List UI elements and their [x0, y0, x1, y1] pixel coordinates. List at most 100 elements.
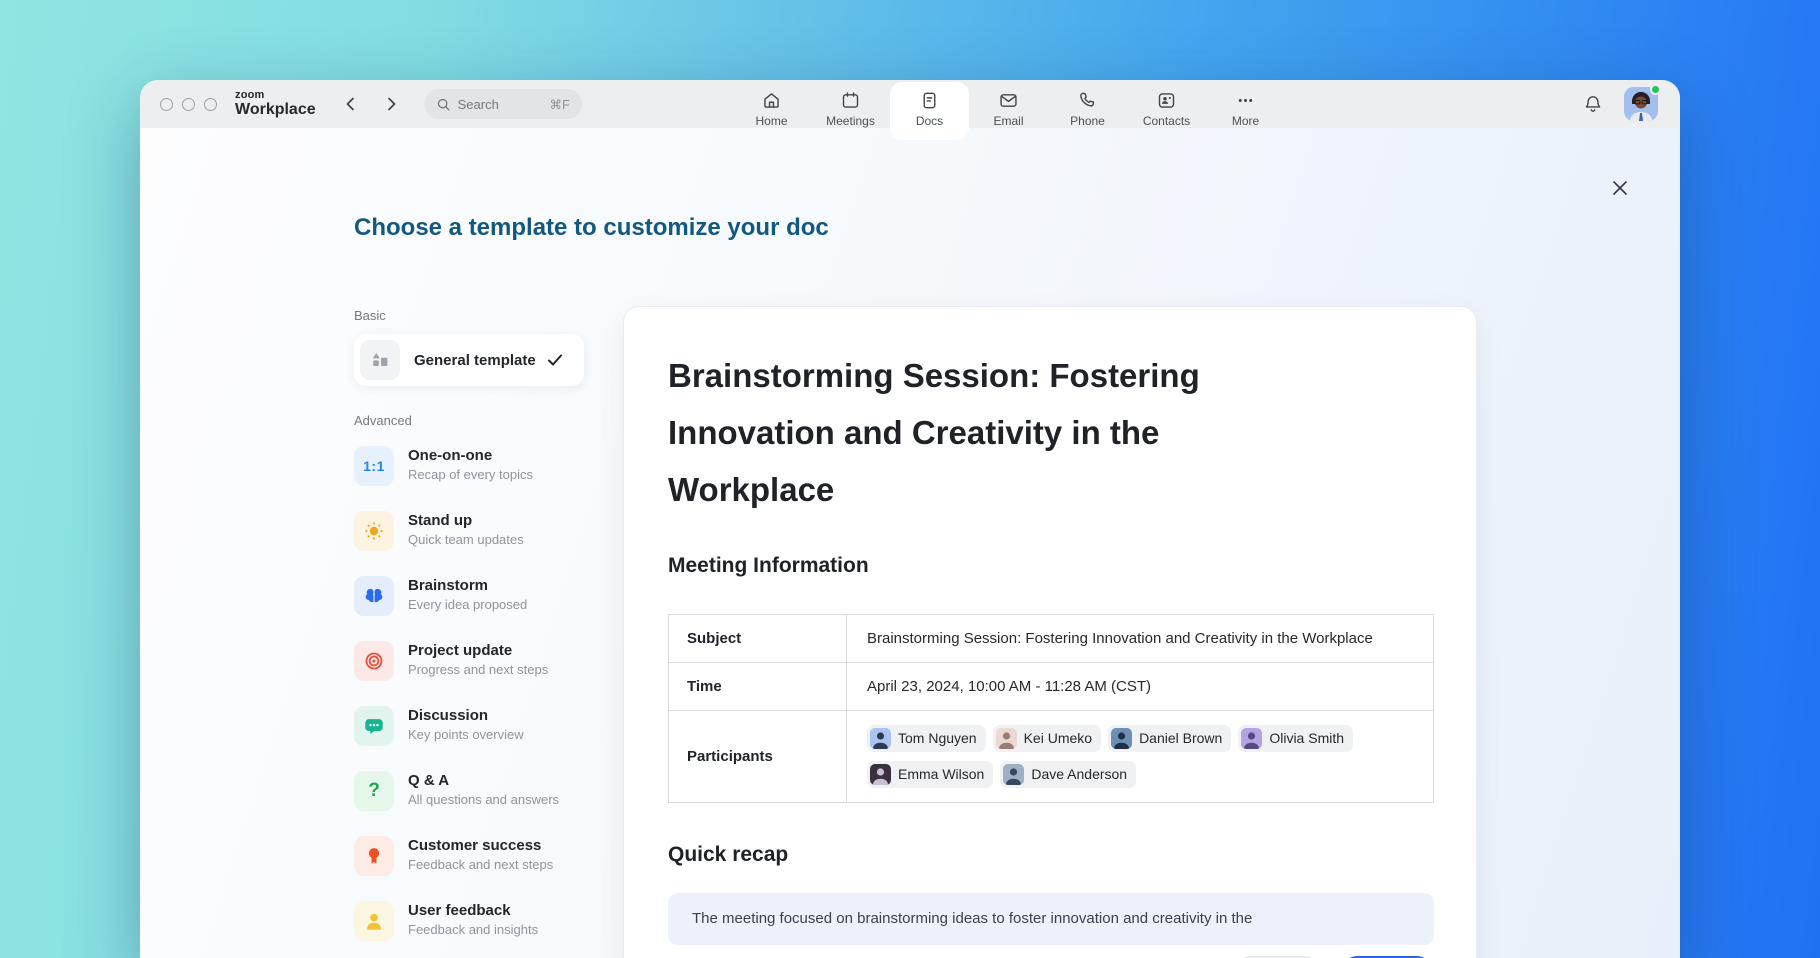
titlebar: zoom Workplace ⌘F Home Meetings Docs [140, 80, 1680, 128]
doc-title: Brainstorming Session: Fostering Innovat… [668, 347, 1328, 518]
more-dots-icon [1235, 90, 1256, 111]
tab-phone[interactable]: Phone [1048, 82, 1127, 140]
template-q-and-a[interactable]: ? Q & A All questions and answers [354, 771, 584, 811]
tab-label: More [1232, 114, 1259, 128]
template-user-feedback[interactable]: User feedback Feedback and insights [354, 901, 584, 941]
tab-docs[interactable]: Docs [890, 82, 969, 140]
quick-recap-box: The meeting focused on brainstorming ide… [668, 893, 1434, 945]
table-row-participants: Participants Tom Nguyen Kei Umeko [669, 711, 1434, 803]
participant-name: Dave Anderson [1031, 763, 1127, 786]
calendar-icon [840, 90, 861, 111]
basic-section-label: Basic [354, 308, 584, 323]
template-list: 1:1 One-on-one Recap of every topics Sta… [354, 446, 584, 941]
template-chooser-modal: Choose a template to customize your doc … [140, 128, 1680, 958]
user-avatar[interactable] [1624, 87, 1658, 121]
template-name: Discussion [408, 707, 524, 724]
docs-icon [919, 90, 940, 111]
participant-avatar [870, 728, 891, 749]
tab-label: Email [993, 114, 1023, 128]
template-discussion[interactable]: Discussion Key points overview [354, 706, 584, 746]
window-controls[interactable] [160, 98, 217, 111]
brain-icon [354, 576, 394, 616]
template-name: One-on-one [408, 447, 533, 464]
zoom-workplace-logo: zoom Workplace [235, 90, 316, 118]
template-name: Project update [408, 642, 548, 659]
close-icon[interactable] [1610, 178, 1630, 198]
window-minimize-circle[interactable] [182, 98, 195, 111]
subject-label: Subject [669, 615, 847, 663]
participant-name: Olivia Smith [1269, 727, 1344, 750]
sun-icon [354, 511, 394, 551]
table-row-subject: Subject Brainstorming Session: Fostering… [669, 615, 1434, 663]
template-stand-up[interactable]: Stand up Quick team updates [354, 511, 584, 551]
participant-chip[interactable]: Olivia Smith [1238, 725, 1353, 752]
tab-contacts[interactable]: Contacts [1127, 82, 1206, 140]
back-arrow-icon[interactable] [342, 95, 360, 113]
window-maximize-circle[interactable] [204, 98, 217, 111]
participant-avatar [996, 728, 1017, 749]
home-icon [761, 90, 782, 111]
meeting-information-heading: Meeting Information [668, 554, 1432, 578]
tab-label: Docs [916, 114, 943, 128]
tab-more[interactable]: More [1206, 82, 1285, 140]
template-customer-success[interactable]: Customer success Feedback and next steps [354, 836, 584, 876]
participant-chip[interactable]: Dave Anderson [1000, 761, 1136, 788]
subject-value: Brainstorming Session: Fostering Innovat… [847, 615, 1434, 663]
meeting-info-table: Subject Brainstorming Session: Fostering… [668, 614, 1434, 803]
template-name: Q & A [408, 772, 559, 789]
question-mark-icon: ? [354, 771, 394, 811]
person-icon [354, 901, 394, 941]
phone-icon [1077, 90, 1098, 111]
time-label: Time [669, 663, 847, 711]
participants-chips: Tom Nguyen Kei Umeko Daniel Brown [867, 723, 1413, 790]
template-brainstorm[interactable]: Brainstorm Every idea proposed [354, 576, 584, 616]
template-one-on-one[interactable]: 1:1 One-on-one Recap of every topics [354, 446, 584, 486]
participant-chip[interactable]: Daniel Brown [1108, 725, 1231, 752]
template-desc: Progress and next steps [408, 662, 548, 677]
contacts-icon [1156, 90, 1177, 111]
advanced-section-label: Advanced [354, 413, 584, 428]
general-template-icon [360, 340, 400, 380]
tab-home[interactable]: Home [732, 82, 811, 140]
quick-recap-text: The meeting focused on brainstorming ide… [692, 910, 1252, 927]
participant-chip[interactable]: Tom Nguyen [867, 725, 986, 752]
tab-email[interactable]: Email [969, 82, 1048, 140]
selected-check-icon [546, 351, 564, 369]
logo-workplace-text: Workplace [235, 102, 316, 118]
target-icon [354, 641, 394, 681]
window-close-circle[interactable] [160, 98, 173, 111]
participant-chip[interactable]: Emma Wilson [867, 761, 993, 788]
notifications-bell-icon[interactable] [1582, 93, 1604, 115]
participant-avatar [870, 764, 891, 785]
template-name: Stand up [408, 512, 524, 529]
time-value: April 23, 2024, 10:00 AM - 11:28 AM (CST… [847, 663, 1434, 711]
tab-meetings[interactable]: Meetings [811, 82, 890, 140]
tab-label: Contacts [1143, 114, 1190, 128]
chat-bubble-icon [354, 706, 394, 746]
main-nav-tabs: Home Meetings Docs Email Phone Contacts [732, 82, 1285, 140]
tab-label: Meetings [826, 114, 875, 128]
template-desc: Feedback and insights [408, 922, 538, 937]
doc-preview-card: Brainstorming Session: Fostering Innovat… [623, 306, 1477, 958]
tab-label: Home [755, 114, 787, 128]
template-name: Brainstorm [408, 577, 527, 594]
template-desc: Feedback and next steps [408, 857, 553, 872]
template-sidebar: Basic General template Advanced 1:1 One-… [354, 308, 584, 958]
search-shortcut-hint: ⌘F [549, 97, 569, 112]
participants-label: Participants [669, 711, 847, 803]
template-general[interactable]: General template [354, 334, 584, 386]
template-project-update[interactable]: Project update Progress and next steps [354, 641, 584, 681]
presence-status-dot [1650, 84, 1661, 95]
participant-avatar [1111, 728, 1132, 749]
zoom-workplace-window: zoom Workplace ⌘F Home Meetings Docs [140, 80, 1680, 958]
forward-arrow-icon[interactable] [382, 95, 400, 113]
participant-avatar [1241, 728, 1262, 749]
template-desc: Quick team updates [408, 532, 524, 547]
participant-name: Kei Umeko [1024, 727, 1092, 750]
participant-chip[interactable]: Kei Umeko [993, 725, 1101, 752]
search-input[interactable] [458, 97, 543, 112]
logo-zoom-text: zoom [235, 90, 316, 101]
one-on-one-icon: 1:1 [354, 446, 394, 486]
general-template-label: General template [414, 352, 536, 369]
search-bar[interactable]: ⌘F [424, 89, 582, 119]
